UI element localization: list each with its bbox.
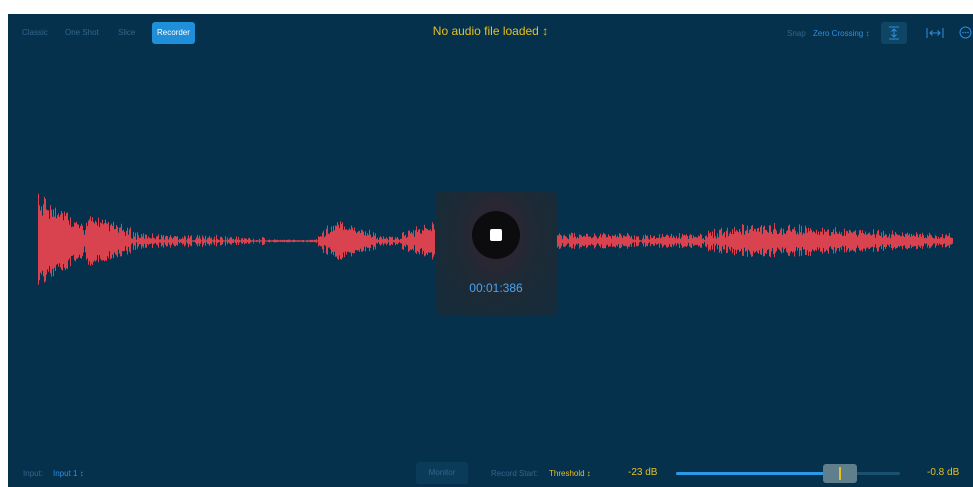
peak-level-value: -0.8 dB — [927, 467, 960, 478]
horizontal-zoom-button[interactable] — [922, 22, 948, 44]
audio-file-selector[interactable]: No audio file loaded ↕ — [433, 24, 548, 38]
snap-label: Snap — [787, 29, 806, 38]
bottom-toolbar: Input: Input 1 ↕ Monitor Record Start: T… — [8, 460, 973, 487]
sampler-recorder-window: Classic One Shot Slice Recorder No audio… — [8, 14, 973, 487]
threshold-slider-handle[interactable] — [822, 464, 857, 483]
more-options-button[interactable] — [959, 26, 972, 44]
waveform-zoom-button[interactable] — [881, 22, 907, 44]
tab-slice[interactable]: Slice — [113, 22, 140, 44]
waveform-zoom-icon — [889, 26, 899, 40]
threshold-marker — [838, 467, 841, 480]
threshold-slider-fill — [676, 472, 840, 475]
monitor-button[interactable]: Monitor — [416, 462, 468, 484]
input-selector[interactable]: Input 1 ↕ — [53, 469, 84, 478]
input-label: Input: — [23, 469, 44, 478]
threshold-value: -23 dB — [628, 467, 658, 478]
top-toolbar: Classic One Shot Slice Recorder No audio… — [8, 14, 973, 52]
stop-recording-button[interactable] — [472, 211, 520, 259]
recorder-overlay: 00:01:386 — [435, 192, 557, 315]
tab-classic[interactable]: Classic — [17, 22, 53, 44]
more-options-icon — [959, 26, 972, 39]
record-start-selector[interactable]: Threshold ↕ — [549, 469, 591, 478]
threshold-slider[interactable] — [676, 464, 900, 483]
snap-mode-selector[interactable]: Zero Crossing ↕ — [813, 29, 869, 38]
recording-timer: 00:01:386 — [469, 281, 523, 295]
record-start-label: Record Start: — [491, 469, 539, 478]
tab-recorder[interactable]: Recorder — [152, 22, 195, 44]
tab-one-shot[interactable]: One Shot — [60, 22, 104, 44]
stop-icon — [490, 229, 502, 241]
horizontal-zoom-icon — [926, 28, 944, 38]
